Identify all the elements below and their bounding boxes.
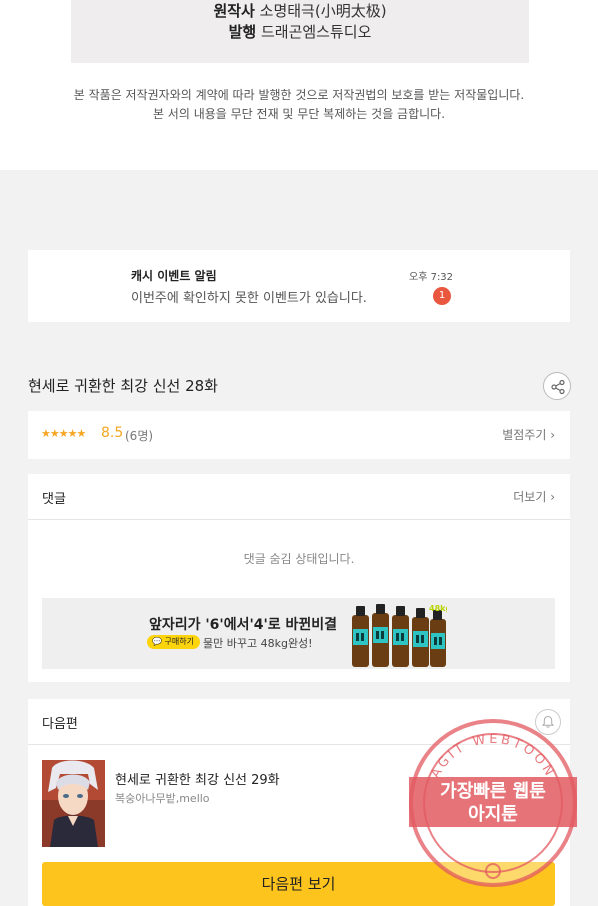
rating-card: ★★★★★ 8.5 (6명) 별점주기 ›	[28, 411, 570, 459]
credit-original: 원작사 소명태극(小明太极)	[71, 1, 529, 22]
credits-box: 원작사 소명태극(小明太极) 발행 드래곤엠스튜디오	[71, 0, 529, 63]
credit-original-label: 원작사	[213, 2, 255, 20]
copyright-notice: 본 작품은 저작권자와의 계약에 따라 발행한 것으로 저작권법의 보호를 받는…	[0, 86, 598, 124]
share-button[interactable]	[543, 372, 571, 400]
thumbnail-image	[42, 760, 105, 847]
stamp-line-1: 가장빠른 웹툰	[440, 781, 546, 802]
event-title: 캐시 이벤트 알림	[131, 269, 217, 283]
credit-publisher-label: 발행	[228, 23, 257, 41]
next-episode-authors: 복숭아나무밭,mello	[115, 792, 210, 805]
ad-buy-pill[interactable]: 💬 구매하기	[147, 635, 200, 649]
episode-title: 현세로 귀환한 최강 신선 28화	[28, 377, 218, 395]
share-icon	[551, 379, 565, 395]
comments-hidden-message: 댓글 숨김 상태입니다.	[243, 552, 355, 566]
event-message: 이번주에 확인하지 못한 이벤트가 있습니다.	[131, 291, 367, 306]
stamp-line-2: 아지툰	[468, 804, 518, 825]
ad-bottles-image: 48kg	[352, 604, 447, 667]
notice-line-2: 본 서의 내용을 무단 전재 및 무단 복제하는 것을 금합니다.	[152, 107, 446, 121]
notice-line-1: 본 작품은 저작권자와의 계약에 따라 발행한 것으로 저작권법의 보호를 받는…	[73, 88, 525, 102]
event-notification[interactable]: 캐시 이벤트 알림 이번주에 확인하지 못한 이벤트가 있습니다. 오후 7:3…	[28, 250, 570, 322]
event-time: 오후 7:32	[409, 272, 454, 283]
watermark-stamp: AGIT WEBTOON 가장빠른 웹툰 아지툰	[409, 719, 577, 887]
comments-card: 댓글 더보기 › 댓글 숨김 상태입니다. 앞자리가 '6'에서'4'로 바뀐비…	[28, 474, 570, 682]
credit-publisher: 발행 드래곤엠스튜디오	[71, 22, 529, 43]
credits-section: 원작사 소명태극(小明太极) 발행 드래곤엠스튜디오 본 작품은 저작권자와의 …	[0, 0, 598, 170]
rate-button[interactable]: 별점주기 ›	[502, 426, 555, 443]
ad-bottle-label: 48kg	[429, 604, 447, 613]
next-title: 다음편	[42, 717, 78, 732]
credit-original-value: 소명태극(小明太极)	[259, 2, 387, 20]
rating-score: 8.5	[101, 425, 124, 441]
next-episode-title[interactable]: 현세로 귀환한 최강 신선 29화	[115, 769, 280, 788]
comments-more-link[interactable]: 더보기 ›	[513, 488, 555, 505]
ad-banner[interactable]: 앞자리가 '6'에서'4'로 바뀐비결 💬 구매하기 물만 바꾸고 48kg완성…	[42, 598, 555, 669]
ad-headline: 앞자리가 '6'에서'4'로 바뀐비결	[149, 617, 338, 633]
rating-stars: ★★★★★	[41, 427, 86, 440]
comments-title: 댓글	[42, 492, 66, 507]
rating-count: (6명)	[125, 429, 154, 443]
event-count-badge: 1	[433, 287, 451, 305]
comments-header: 댓글 더보기 ›	[28, 474, 570, 520]
next-episode-thumbnail[interactable]	[42, 760, 105, 847]
credit-publisher-value: 드래곤엠스튜디오	[260, 23, 372, 41]
ad-subtext: 물만 바꾸고 48kg완성!	[203, 637, 313, 650]
